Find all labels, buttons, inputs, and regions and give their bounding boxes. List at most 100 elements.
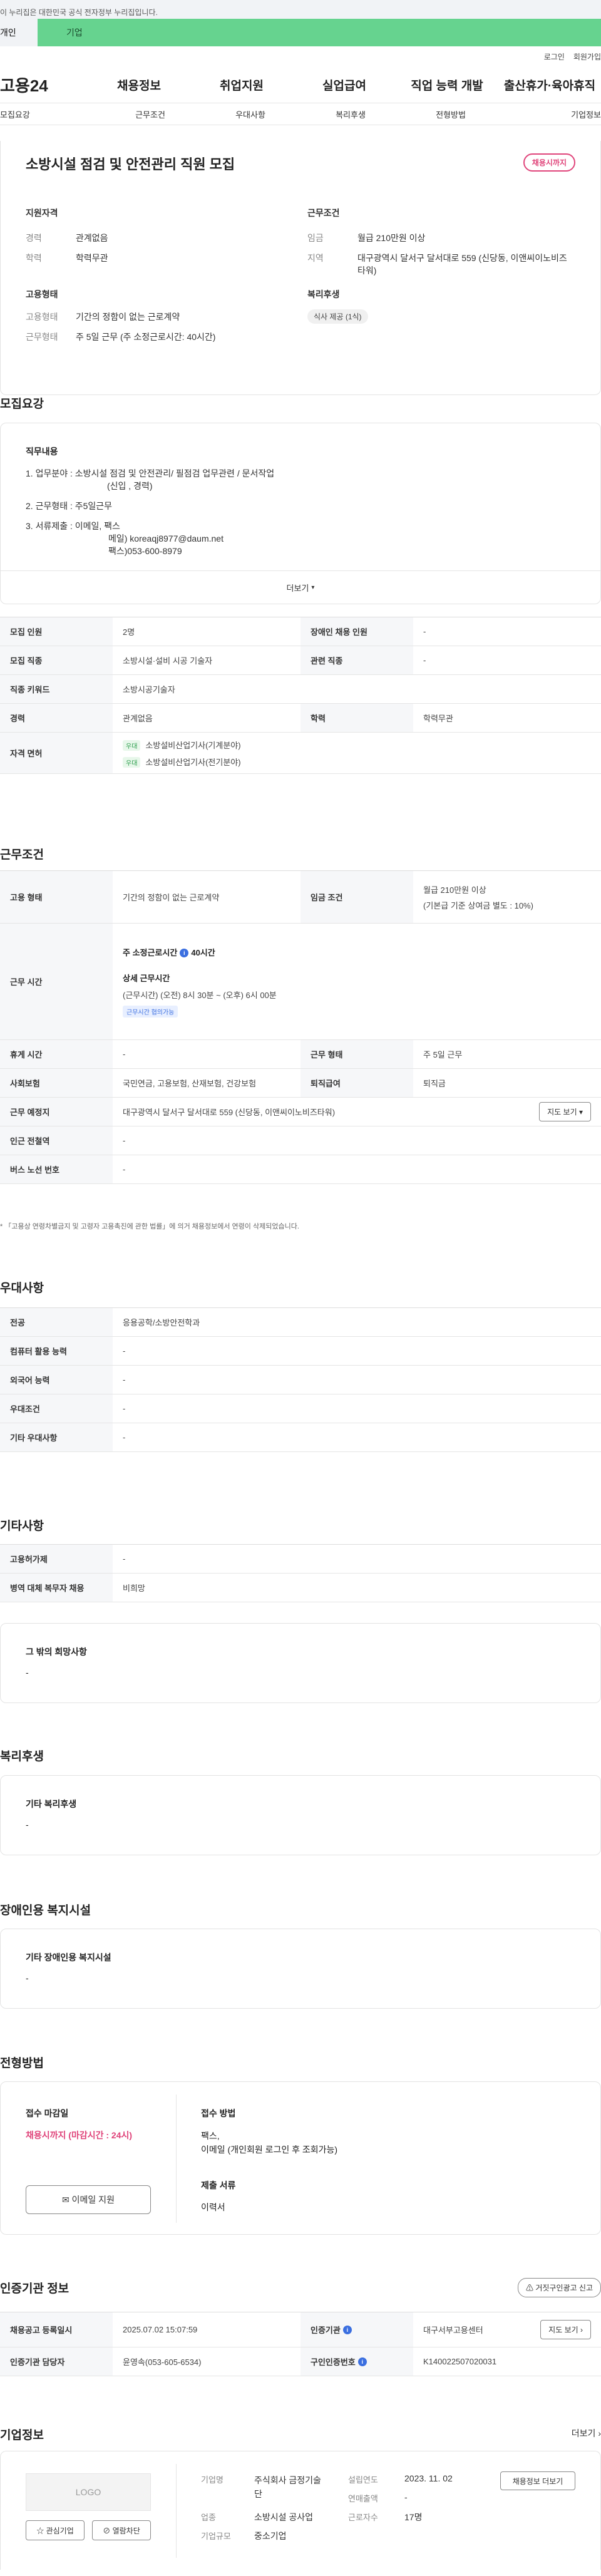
site-logo[interactable]: 고용24: [0, 73, 88, 96]
table-cell: -: [123, 1554, 126, 1564]
tab-pref[interactable]: 우대사항: [200, 108, 300, 120]
table-row: 인근 전철역 -: [0, 1126, 601, 1155]
license-item: 우대 소방설비산업기사(전기분야): [123, 756, 241, 768]
deadline-badge: 채용시까지: [523, 153, 575, 172]
table-cell: 윤영속(053-605-6534): [123, 2357, 202, 2367]
star-icon: ☆: [36, 2526, 44, 2535]
table-cell: -: [123, 1433, 126, 1442]
emp-value: 기간의 정함이 없는 근로계약: [76, 312, 180, 322]
disab-box: 기타 장애인용 복지시설 -: [0, 1929, 601, 2009]
table-header: 근무 예정지: [0, 1098, 113, 1126]
info-icon[interactable]: i: [342, 2325, 352, 2334]
table-header: 모집 직종: [0, 646, 113, 674]
company-name: 주식회사 금정기술단: [254, 2475, 321, 2499]
est-value: 2023. 11. 02: [404, 2473, 453, 2483]
employees-value: 17명: [404, 2512, 423, 2522]
company-logo: LOGO: [26, 2473, 151, 2511]
table-header: 인증기관 담당자: [0, 2347, 113, 2376]
emp-label: 고용형태: [26, 289, 58, 299]
weekly-hours: 주 소정근로시간 i 40시간: [123, 946, 215, 958]
tab-recruit[interactable]: 모집요강: [0, 108, 100, 120]
table-header: 퇴직급여: [300, 1069, 413, 1097]
employees-label: 근로자수: [348, 2513, 378, 2522]
table-header: 휴게 시간: [0, 1040, 113, 1068]
company-more-link[interactable]: 더보기 ›: [572, 2427, 601, 2439]
company-name-label: 기업명: [201, 2475, 223, 2485]
login-link[interactable]: 로그인: [544, 51, 565, 62]
table-row: 사회보험 국민연금, 고용보험, 산재보험, 건강보험 퇴직급여 퇴직금: [0, 1069, 601, 1098]
table-row: 버스 노선 번호 -: [0, 1155, 601, 1184]
duty-content: 1. 업무분야 : 소방시설 점검 및 안전관리/ 필점검 업무관련 / 문서작…: [26, 467, 274, 557]
table-header: 모집 인원: [0, 617, 113, 646]
report-button[interactable]: ⚠ 거짓구인광고 신고: [517, 2278, 601, 2297]
global-nav: 고용24 채용정보 취업지원 실업급여 직업 능력 개발 출산휴가·육아휴직: [0, 66, 601, 103]
duty-box: 직무내용 1. 업무분야 : 소방시설 점검 및 안전관리/ 필점검 업무관련 …: [0, 423, 601, 604]
table-header: 전공: [0, 1308, 113, 1336]
table-header: 직종 키워드: [0, 675, 113, 703]
cond-key: 지역: [307, 253, 324, 263]
info-icon[interactable]: i: [357, 2357, 367, 2366]
favorite-button[interactable]: ☆ 관심기업: [26, 2520, 85, 2540]
gnb-item-unemployment[interactable]: 실업급여: [293, 76, 396, 93]
wage-value: 월급 210만원 이상: [423, 885, 486, 895]
gnb-item-training[interactable]: 직업 능력 개발: [396, 76, 498, 93]
table-row: 우대조건 -: [0, 1394, 601, 1423]
qual-label: 지원자격: [26, 208, 58, 218]
gnb-item-parental-leave[interactable]: 출산휴가·육아휴직: [498, 76, 601, 93]
cond-value: 월급 210만원 이상: [357, 233, 426, 243]
table-header: 우대조건: [0, 1394, 113, 1423]
tab-company[interactable]: 기업: [38, 19, 601, 46]
location-value: 대구광역시 달서구 달서대로 559 (신당동, 이앤씨이노비즈타워): [123, 1108, 336, 1117]
table-row: 외국어 능력 -: [0, 1366, 601, 1394]
license-name: 소방설비산업기사(기계분야): [145, 740, 241, 750]
more-button[interactable]: 더보기 ▾: [1, 570, 600, 604]
table-cell: 소방시설·설비 시공 기술자: [123, 656, 213, 666]
gnb-item-employment-support[interactable]: 취업지원: [190, 76, 293, 93]
table-cell: 응용공학/소방안전학과: [123, 1318, 200, 1327]
report-label: 거짓구인광고 신고: [535, 2284, 593, 2292]
benefit-heading: 복리후생: [0, 1750, 44, 1763]
agency-value: 대구서부고용센터: [423, 2326, 483, 2335]
detail-hours-value: (근무시간) (오전) 8시 30분 ~ (오후) 6시 00분: [123, 990, 277, 1000]
table-cell: -: [123, 1165, 126, 1174]
auth-no-header: 구인인증번호 i: [300, 2347, 413, 2376]
auth-no-label: 구인인증번호: [311, 2357, 356, 2367]
duty-line: 3. 서류제출 : 이메일, 팩스: [26, 521, 120, 531]
table-cell: -: [123, 1404, 126, 1413]
divider: [176, 2464, 177, 2558]
table-cell: 비희망: [123, 1584, 145, 1593]
email-apply-button[interactable]: ✉ 이메일 지원: [26, 2185, 151, 2214]
info-icon[interactable]: i: [180, 949, 189, 958]
age-notice: * 「고용상 연령차별금지 및 고령자 고용촉진에 관한 법률」에 의거 채용정…: [0, 1223, 299, 1230]
more-label: 더보기: [286, 584, 309, 593]
tab-work[interactable]: 근무조건: [100, 108, 200, 120]
tab-company[interactable]: 기업정보: [501, 108, 601, 120]
table-header: 관련 직종: [300, 646, 413, 674]
table-cell: 학력무관: [423, 714, 453, 723]
table-row: 컴퓨터 활용 능력 -: [0, 1337, 601, 1366]
tab-personal[interactable]: 개인: [0, 19, 38, 46]
block-button[interactable]: ⊘ 열람차단: [92, 2520, 151, 2540]
table-cell: -: [123, 1346, 126, 1356]
pref-table: 전공 응용공학/소방안전학과 컴퓨터 활용 능력 - 외국어 능력 - 우대조건 - 기…: [0, 1307, 601, 1452]
license-item: 우대 소방설비산업기사(기계분야): [123, 739, 241, 751]
negotiable-tag: 근무시간 협의가능: [123, 1005, 178, 1018]
user-type-tabs: 개인 기업: [0, 19, 601, 46]
gnb-item-jobs[interactable]: 채용정보: [88, 76, 190, 93]
tab-welfare[interactable]: 복리후생: [300, 108, 401, 120]
table-header: 근무 시간: [0, 924, 113, 1039]
table-cell: -: [123, 1136, 126, 1145]
table-cell: -: [423, 627, 426, 636]
job-title: 소방시설 점검 및 안전관리 직원 모집: [26, 157, 235, 172]
company-jobs-button[interactable]: 채용정보 더보기: [500, 2471, 575, 2490]
map-button[interactable]: 지도 보기 ▾: [539, 1102, 591, 1121]
size-value: 중소기업: [254, 2531, 287, 2541]
table-header: 사회보험: [0, 1069, 113, 1097]
tab-apply[interactable]: 전형방법: [401, 108, 501, 120]
agency-map-button[interactable]: 지도 보기 ›: [540, 2320, 591, 2339]
table-row: 휴게 시간 - 근무 형태 주 5일 근무: [0, 1040, 601, 1069]
signup-link[interactable]: 회원가입: [573, 51, 601, 62]
duty-line: 2. 근무형태 : 주5일근무: [26, 501, 113, 511]
table-row: 직종 키워드 소방시공기술자: [0, 675, 601, 704]
table-row: 기타 우대사항 -: [0, 1423, 601, 1452]
